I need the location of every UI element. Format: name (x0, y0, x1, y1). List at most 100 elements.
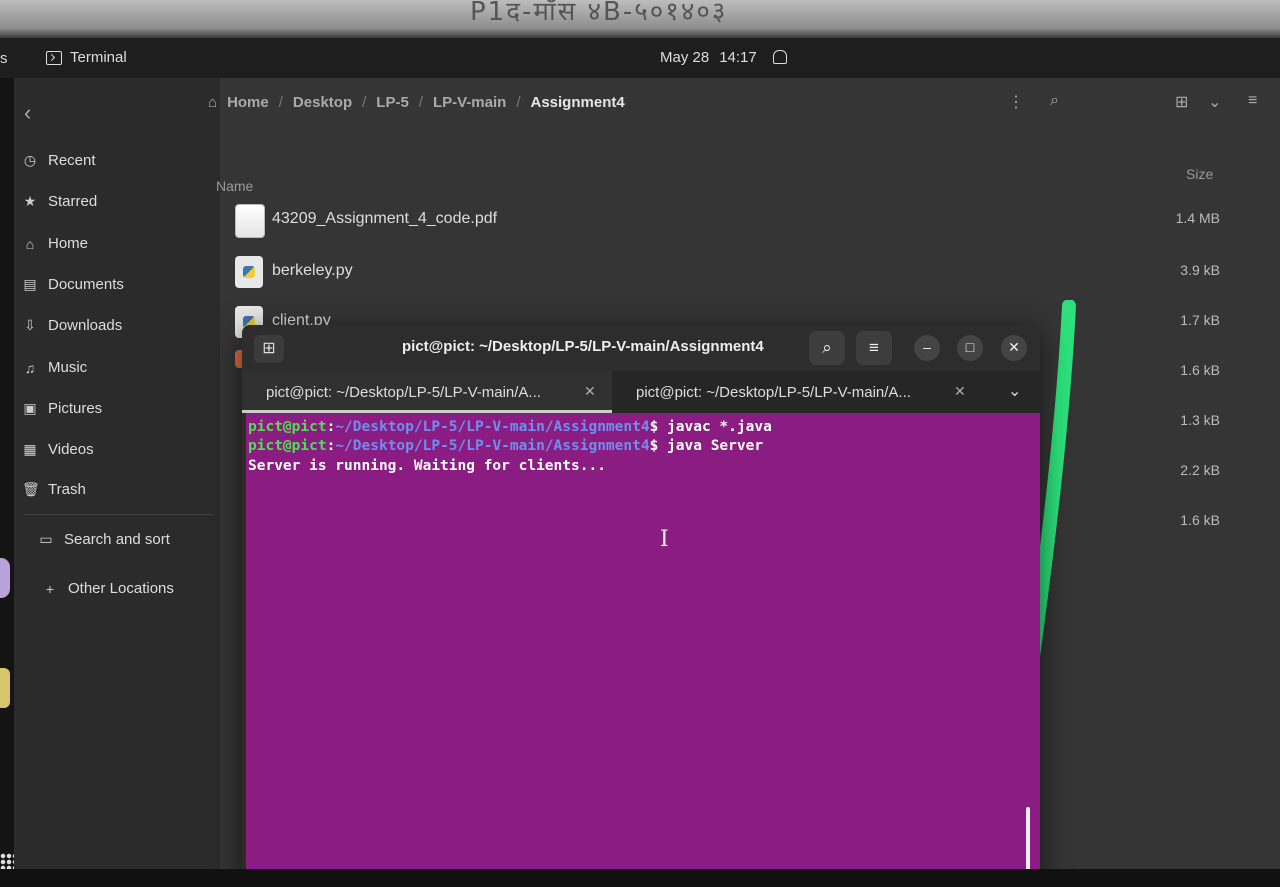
app-name: Terminal (70, 49, 127, 66)
file-size: 1.6 kB (1180, 362, 1220, 378)
dock (0, 78, 18, 873)
minimize-icon: – (923, 339, 931, 355)
monitor-bezel-top: P1द-मॉस ४B-५०१४०३ (0, 0, 1280, 40)
music-icon: ♫ (24, 359, 36, 376)
sidebar-item-label: Trash (48, 481, 86, 498)
terminal-tab[interactable]: pict@pict: ~/Desktop/LP-5/LP-V-main/A...… (612, 371, 1002, 413)
back-arrow-icon[interactable]: ‹ (24, 100, 31, 126)
window-title: pict@pict: ~/Desktop/LP-5/LP-V-main/Assi… (402, 338, 764, 355)
file-size: 2.2 kB (1180, 462, 1220, 478)
terminal-window[interactable]: ⊞ pict@pict: ~/Desktop/LP-5/LP-V-main/As… (242, 325, 1040, 887)
prompt-command: $ javac *.java (649, 419, 772, 435)
sidebar-item-label: Other Locations (68, 580, 174, 597)
dock-app-icon[interactable] (0, 668, 10, 708)
close-tab-icon[interactable]: ✕ (954, 383, 966, 400)
hamburger-menu-icon: ≡ (869, 338, 879, 357)
search-icon: ⌕ (822, 338, 832, 357)
tab-list-chevron-down-icon[interactable]: ⌄ (1008, 381, 1021, 401)
alarm-bell-icon (772, 50, 787, 64)
new-tab-button[interactable]: ⊞ (254, 335, 284, 363)
maximize-button[interactable]: □ (957, 335, 983, 361)
sidebar-item-label: Pictures (48, 400, 103, 417)
tab-label: pict@pict: ~/Desktop/LP-5/LP-V-main/A... (636, 384, 911, 401)
plus-icon: + (45, 580, 55, 597)
clock-icon: ◷ (23, 152, 37, 168)
file-size: 1.6 kB (1180, 512, 1220, 528)
breadcrumb-desktop[interactable]: Desktop (293, 94, 352, 111)
breadcrumb-home[interactable]: Home (227, 94, 269, 111)
tab-label: pict@pict: ~/Desktop/LP-5/LP-V-main/A... (266, 384, 541, 401)
search-button[interactable]: ⌕ (809, 331, 845, 365)
breadcrumb-separator: / (362, 94, 367, 111)
minimize-button[interactable]: – (914, 335, 940, 361)
search-icon[interactable]: ⌕ (1050, 92, 1059, 110)
sidebar-item-pictures[interactable]: ▣ Pictures (22, 400, 102, 417)
dock-app-icon[interactable] (0, 558, 10, 598)
sidebar-item-label: Documents (48, 276, 124, 293)
more-options-icon[interactable]: ⋮ (1008, 92, 1024, 112)
sidebar-item-starred[interactable]: ★ Starred (22, 193, 97, 210)
sidebar-item-recent[interactable]: ◷ Recent (22, 152, 96, 169)
column-header-name[interactable]: Name (216, 178, 253, 194)
terminal-titlebar[interactable]: ⊞ pict@pict: ~/Desktop/LP-5/LP-V-main/As… (242, 325, 1040, 371)
terminal-output[interactable]: pict@pict:~/Desktop/LP-5/LP-V-main/Assig… (246, 413, 1040, 887)
sidebar-item-documents[interactable]: ▤ Documents (22, 276, 124, 293)
breadcrumb-lp5[interactable]: LP-5 (376, 94, 409, 111)
terminal-tab[interactable]: pict@pict: ~/Desktop/LP-5/LP-V-main/A...… (242, 371, 612, 413)
prompt-path: ~/Desktop/LP-5/LP-V-main/Assignment4 (335, 419, 650, 435)
picture-icon: ▣ (23, 400, 37, 416)
sidebar-item-label: Home (48, 235, 89, 252)
prompt-path: ~/Desktop/LP-5/LP-V-main/Assignment4 (335, 438, 650, 454)
file-size: 1.3 kB (1180, 412, 1220, 428)
close-tab-icon[interactable]: ✕ (584, 383, 596, 400)
prompt-user: pict@pict (248, 419, 327, 435)
download-icon: ⇩ (24, 317, 36, 333)
clock-time: 14:17 (719, 49, 757, 66)
bezel-sticker-text: P1द-मॉस ४B-५०१४०३ (470, 0, 728, 27)
sidebar-item-downloads[interactable]: ⇩ Downloads (22, 317, 122, 334)
sidebar-item-home[interactable]: ⌂ Home (22, 235, 88, 252)
text-cursor-icon: I (660, 527, 669, 552)
file-row[interactable]: berkeley.py 3.9 kB (220, 250, 1260, 298)
file-row[interactable]: 43209_Assignment_4_code.pdf 1.4 MB (220, 198, 1260, 246)
file-name: berkeley.py (272, 262, 353, 279)
grid-view-icon[interactable]: ⊞ (1175, 92, 1188, 112)
prompt-command: $ java Server (649, 438, 764, 454)
chevron-down-icon[interactable]: ⌄ (1208, 92, 1221, 112)
close-icon: ✕ (1008, 339, 1020, 355)
sidebar-item-videos[interactable]: ▦ Videos (22, 441, 94, 458)
menu-button[interactable]: ≡ (856, 331, 892, 365)
python-file-icon (235, 256, 263, 288)
close-button[interactable]: ✕ (1001, 335, 1027, 361)
column-header-size[interactable]: Size (1186, 166, 1213, 182)
app-menu[interactable]: Terminal (46, 49, 127, 66)
sidebar-item-other-locations[interactable]: + Other Locations (42, 580, 174, 597)
breadcrumb-assignment4[interactable]: Assignment4 (531, 94, 625, 111)
new-tab-icon: ⊞ (262, 340, 276, 357)
file-size: 1.7 kB (1180, 312, 1220, 328)
sidebar-item-trash[interactable]: 🗑 Trash (22, 481, 86, 498)
sidebar-item-label: Recent (48, 152, 96, 169)
terminal-icon (46, 50, 62, 65)
home-icon: ⌂ (25, 235, 35, 252)
sidebar-item-music[interactable]: ♫ Music (22, 359, 87, 376)
files-sidebar: ‹ ◷ Recent ★ Starred ⌂ Home ▤ Documents … (14, 78, 220, 873)
activities-button[interactable]: s (0, 50, 8, 67)
trash-icon: 🗑 (22, 481, 40, 497)
sidebar-item-search-and-sort[interactable]: ▭ Search and sort (38, 531, 170, 548)
clock[interactable]: May 28 14:17 (660, 49, 787, 66)
hamburger-menu-icon[interactable]: ≡ (1248, 92, 1257, 110)
breadcrumb-separator: / (278, 94, 283, 111)
file-size: 1.4 MB (1175, 210, 1220, 226)
prompt-user: pict@pict (248, 438, 327, 454)
star-icon: ★ (23, 193, 37, 209)
terminal-tab-bar: pict@pict: ~/Desktop/LP-5/LP-V-main/A...… (242, 371, 1040, 413)
monitor-bezel-bottom (0, 869, 1280, 887)
sidebar-item-label: Videos (48, 441, 94, 458)
file-size: 3.9 kB (1180, 262, 1220, 278)
terminal-output-line: Server is running. Waiting for clients..… (248, 458, 606, 474)
breadcrumb-separator: / (418, 94, 423, 111)
pdf-file-icon (235, 204, 265, 238)
breadcrumb-lp-v-main[interactable]: LP-V-main (433, 94, 506, 111)
file-name: 43209_Assignment_4_code.pdf (272, 210, 498, 227)
